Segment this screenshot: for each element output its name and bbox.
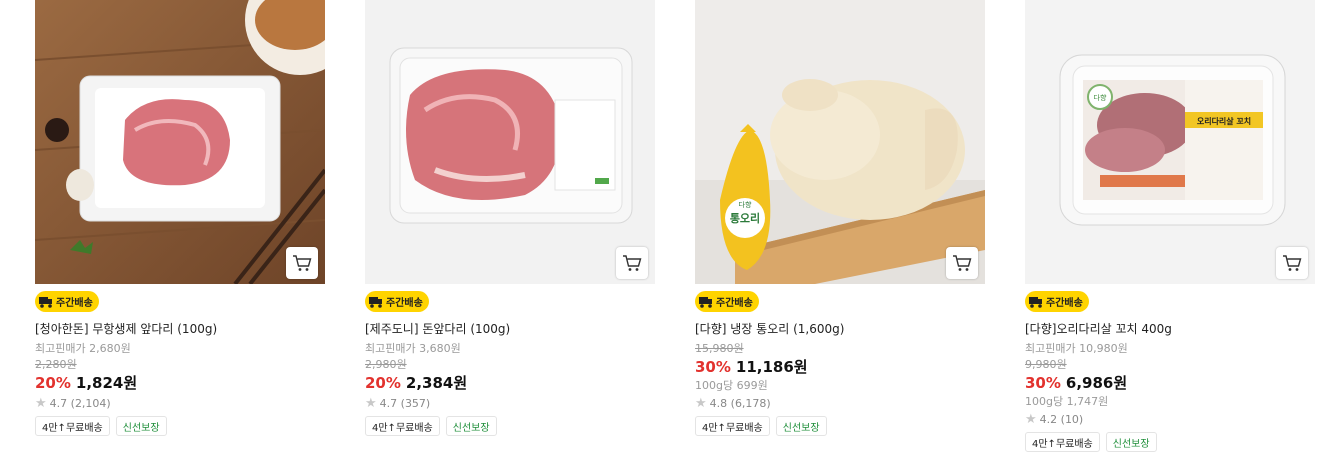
product-image[interactable] [35, 0, 325, 284]
fresh-guarantee-tag: 신선보장 [1105, 432, 1157, 452]
product-photo: 통오리 다향 [695, 0, 985, 284]
truck-icon [1029, 296, 1042, 308]
product-photo [365, 0, 655, 284]
package-label: 통오리 [730, 211, 760, 225]
product-title[interactable]: [제주도니] 돈앞다리 (100g) [365, 320, 510, 337]
lowest-price: 최고핀매가 10,980원 [1025, 342, 1128, 355]
free-shipping-tag: 4만↑무료배송 [695, 416, 770, 436]
original-price: 9,980원 [1025, 358, 1067, 371]
rating-text: 4.8 (6,178) [709, 397, 771, 410]
rating: ★ 4.7 (2,104) [35, 396, 111, 411]
delivery-badge: 주간배송 [1025, 291, 1089, 312]
product-card[interactable]: 주간배송 [청아한돈] 무항생제 앞다리 (100g) 최고핀매가 2,680원… [35, 0, 325, 436]
star-icon: ★ [1025, 412, 1037, 427]
truck-icon [39, 296, 52, 308]
truck-icon [369, 296, 382, 308]
product-image[interactable]: 오리다리살 꼬치 다향 [1025, 0, 1315, 284]
sale-price: 2,384원 [405, 374, 468, 392]
cart-icon [953, 255, 972, 271]
add-to-cart-button[interactable] [946, 247, 978, 279]
star-icon: ★ [35, 396, 47, 411]
sale-price: 6,986원 [1065, 374, 1128, 392]
original-price: 2,280원 [35, 358, 77, 371]
tag-list: 4만↑무료배송 신선보장 [695, 416, 827, 436]
original-price: 2,980원 [365, 358, 407, 371]
product-photo [35, 0, 325, 284]
delivery-badge-label: 주간배송 [1046, 298, 1083, 309]
discount-rate: 20% [365, 374, 401, 392]
free-shipping-tag: 4만↑무료배송 [365, 416, 440, 436]
original-price: 15,980원 [695, 342, 744, 355]
delivery-badge-label: 주간배송 [386, 298, 423, 309]
unit-price: 100g당 699원 [695, 379, 768, 392]
tag-list: 4만↑무료배송 신선보장 [1025, 432, 1157, 452]
add-to-cart-button[interactable] [616, 247, 648, 279]
rating: ★ 4.2 (10) [1025, 412, 1083, 427]
sale-price: 11,186원 [735, 358, 808, 376]
delivery-badge-label: 주간배송 [56, 298, 93, 309]
discount-rate: 30% [695, 358, 731, 376]
product-title[interactable]: [다향]오리다리살 꼬치 400g [1025, 320, 1172, 337]
rating: ★ 4.8 (6,178) [695, 396, 771, 411]
product-image[interactable]: 통오리 다향 [695, 0, 985, 284]
star-icon: ★ [695, 396, 707, 411]
price-row: 20% 2,384원 [365, 372, 467, 393]
cart-icon [1283, 255, 1302, 271]
fresh-guarantee-tag: 신선보장 [775, 416, 827, 436]
product-card[interactable]: 오리다리살 꼬치 다향 주간배송 [다향]오리다리살 꼬치 400g 최고핀매가… [1025, 0, 1315, 452]
tag-list: 4만↑무료배송 신선보장 [35, 416, 167, 436]
star-icon: ★ [365, 396, 377, 411]
rating: ★ 4.7 (357) [365, 396, 430, 411]
package-brand: 다향 [1094, 93, 1107, 102]
price-row: 30% 11,186원 [695, 356, 808, 377]
free-shipping-tag: 4만↑무료배송 [35, 416, 110, 436]
add-to-cart-button[interactable] [286, 247, 318, 279]
add-to-cart-button[interactable] [1276, 247, 1308, 279]
cart-icon [293, 255, 312, 271]
truck-icon [699, 296, 712, 308]
package-brand: 다향 [739, 200, 752, 209]
product-photo: 오리다리살 꼬치 다향 [1025, 0, 1315, 284]
rating-text: 4.2 (10) [1039, 413, 1084, 426]
delivery-badge-label: 주간배송 [716, 298, 753, 309]
rating-text: 4.7 (2,104) [49, 397, 111, 410]
product-title[interactable]: [청아한돈] 무항생제 앞다리 (100g) [35, 320, 217, 337]
delivery-badge: 주간배송 [35, 291, 99, 312]
delivery-badge: 주간배송 [695, 291, 759, 312]
free-shipping-tag: 4만↑무료배송 [1025, 432, 1100, 452]
discount-rate: 20% [35, 374, 71, 392]
fresh-guarantee-tag: 신선보장 [445, 416, 497, 436]
fresh-guarantee-tag: 신선보장 [115, 416, 167, 436]
unit-price: 100g당 1,747원 [1025, 395, 1109, 408]
rating-text: 4.7 (357) [379, 397, 431, 410]
delivery-badge: 주간배송 [365, 291, 429, 312]
package-label: 오리다리살 꼬치 [1197, 116, 1251, 126]
sale-price: 1,824원 [75, 374, 138, 392]
lowest-price: 최고핀매가 3,680원 [365, 342, 461, 355]
product-card[interactable]: 주간배송 [제주도니] 돈앞다리 (100g) 최고핀매가 3,680원 2,9… [365, 0, 655, 436]
product-image[interactable] [365, 0, 655, 284]
product-title[interactable]: [다향] 냉장 통오리 (1,600g) [695, 320, 844, 337]
cart-icon [623, 255, 642, 271]
price-row: 30% 6,986원 [1025, 372, 1127, 393]
lowest-price: 최고핀매가 2,680원 [35, 342, 131, 355]
tag-list: 4만↑무료배송 신선보장 [365, 416, 497, 436]
product-card[interactable]: 통오리 다향 주간배송 [다향] 냉장 통오리 (1,600g) 15,980원… [695, 0, 985, 436]
discount-rate: 30% [1025, 374, 1061, 392]
price-row: 20% 1,824원 [35, 372, 137, 393]
